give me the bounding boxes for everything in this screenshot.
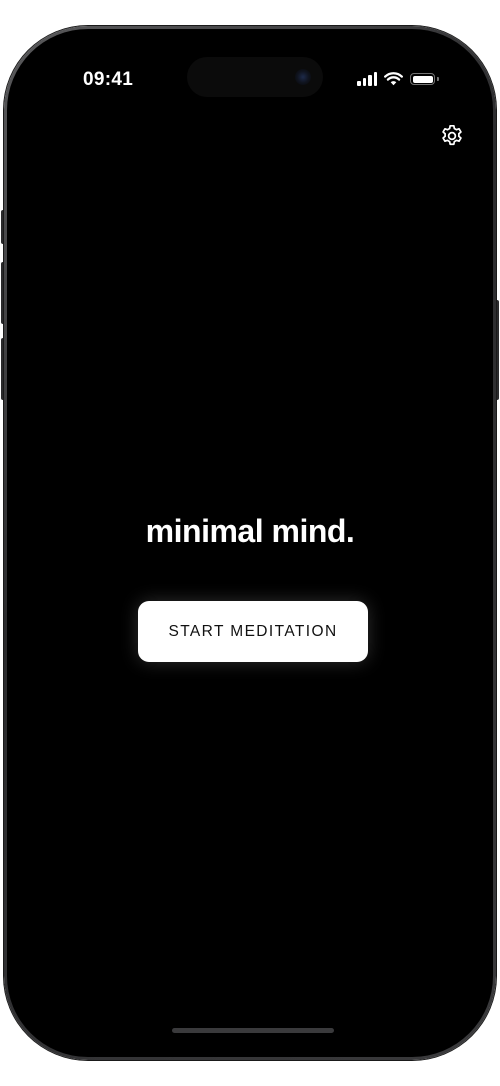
device-mockup: 09:41 minimal mind. START MEDITATION xyxy=(0,0,500,1086)
app-title: minimal mind. xyxy=(145,513,355,549)
cellular-signal-icon xyxy=(357,72,377,86)
dynamic-island xyxy=(187,57,323,97)
home-indicator[interactable] xyxy=(172,1028,334,1033)
phone-bezel: 09:41 minimal mind. START MEDITATION xyxy=(7,29,493,1057)
wifi-icon xyxy=(384,72,403,86)
status-time: 09:41 xyxy=(83,69,134,90)
phone-frame: 09:41 minimal mind. START MEDITATION xyxy=(4,26,496,1060)
battery-icon xyxy=(410,73,439,85)
status-icons xyxy=(357,72,439,86)
gear-icon xyxy=(442,124,462,146)
front-camera xyxy=(295,69,311,85)
settings-button[interactable] xyxy=(437,121,467,151)
start-meditation-button[interactable]: START MEDITATION xyxy=(138,601,368,662)
app-screen: 09:41 minimal mind. START MEDITATION xyxy=(21,43,479,1043)
